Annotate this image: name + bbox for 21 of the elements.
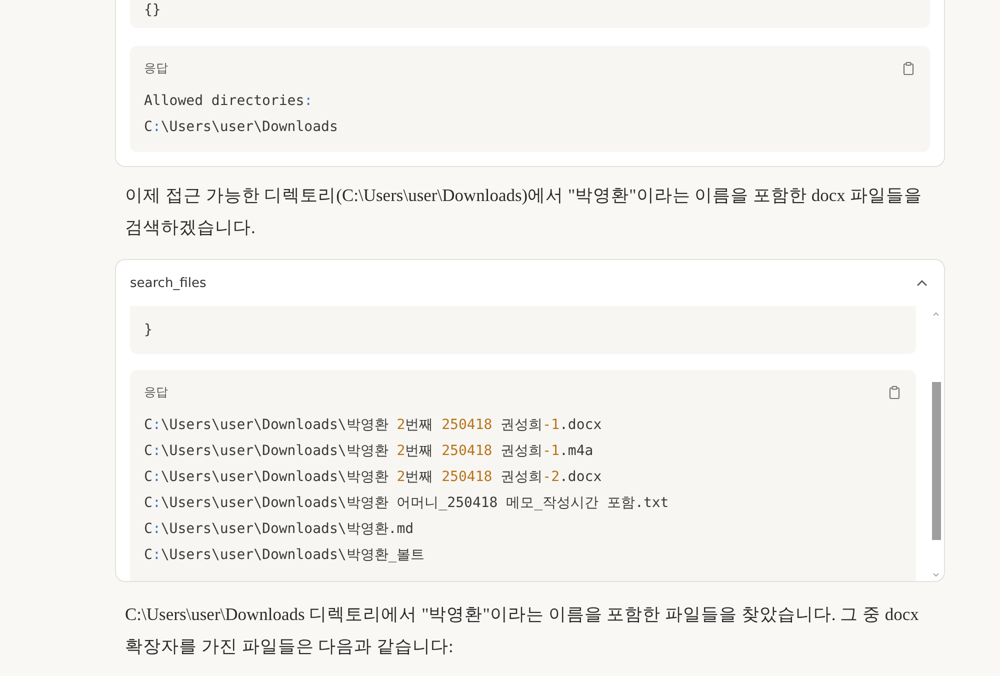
code-line: Allowed directories:	[144, 92, 314, 111]
message-text: 이제 접근 가능한 디렉토리(C:\Users\user\Downloads)에서 "박영환"이라는 이름을 포함한 docx 파일들을 검색하겠습니다.	[124, 184, 923, 239]
scrollbar-thumb[interactable]	[932, 382, 940, 540]
code-text: }	[144, 322, 152, 338]
code-line: C:\Users\user\Downloads	[144, 118, 339, 137]
collapse-icon[interactable]	[916, 279, 928, 287]
code-line: C:\Users\user\Downloads\박영환 2번째 250418 권성희-1.docx	[144, 416, 603, 435]
scroll-up-icon[interactable]	[933, 312, 939, 316]
response-label: 응답	[144, 60, 168, 76]
tool-title: search_files	[130, 276, 206, 290]
code-line: C:\Users\user\Downloads\박영환 2번째 250418 권성희-2.docx	[144, 468, 603, 487]
code-line: C:\Users\user\Downloads\박영환_볼트	[144, 546, 426, 565]
code-line: C:\Users\user\Downloads\박영환 어머니_250418 메모_작성시간 포함.txt	[144, 494, 670, 513]
response-label: 응답	[144, 384, 168, 400]
copy-icon[interactable]	[903, 62, 914, 74]
code-text: {}	[144, 2, 161, 18]
code-line: C:\Users\user\Downloads\박영환.md	[144, 520, 415, 539]
copy-icon[interactable]	[889, 386, 900, 398]
code-line: C:\Users\user\Downloads\박영환 2번째 250418 권성희-1.m4a	[144, 442, 594, 461]
message-text: C:\Users\user\Downloads 디렉토리에서 "박영환"이라는 이름을 포함한 파일들을 찾았습니다. 그 중 docx 확장자를 가진 파일들은 다음과 같습니다:	[124, 603, 920, 658]
scroll-down-icon[interactable]	[933, 573, 939, 577]
